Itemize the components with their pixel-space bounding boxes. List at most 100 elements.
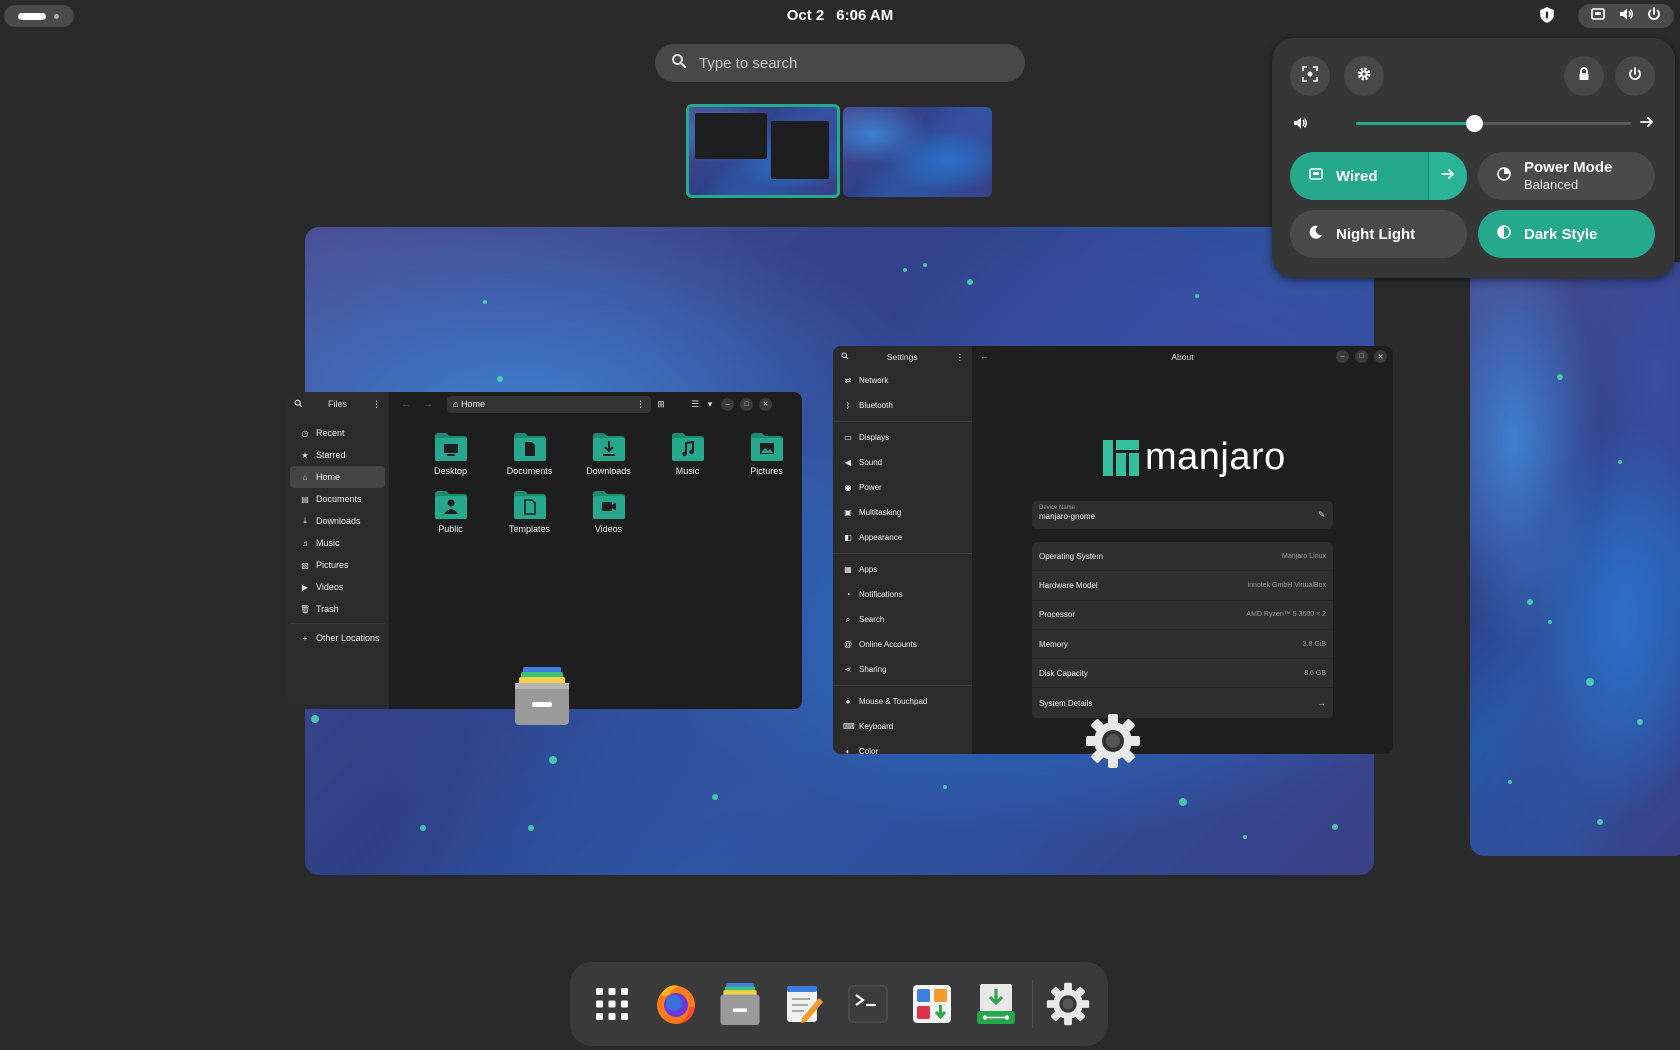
settings-item-search[interactable]: ⌕ Search — [833, 607, 972, 632]
software-icon[interactable] — [908, 980, 956, 1028]
firefox-icon[interactable] — [652, 980, 700, 1028]
settings-item-apps[interactable]: ▦ Apps — [833, 557, 972, 582]
files-window[interactable]: Files ⋮ ◷ Recent ★ Starred ⌂ Home ▤ Document… — [286, 392, 802, 709]
settings-title: Settings — [886, 352, 918, 362]
system-details-row[interactable]: System Details → — [1032, 688, 1333, 717]
settings-item-online-accounts[interactable]: @ Online Accounts — [833, 632, 972, 657]
about-panel: ← About – □ ✕ manjaro Device Name manjar… — [972, 346, 1393, 754]
folder-item[interactable]: Downloads — [569, 432, 648, 476]
desktop-folder-icon — [434, 432, 468, 462]
sidebar-item-recent[interactable]: ◷ Recent — [290, 422, 385, 444]
settings-item-bluetooth[interactable]: ᛒ Bluetooth — [833, 393, 972, 418]
clock[interactable]: Oct 2 6:06 AM — [0, 7, 1680, 24]
sidebar-item-other-locations[interactable]: + Other Locations — [290, 627, 385, 649]
power-off-button[interactable] — [1615, 56, 1655, 96]
folder-item[interactable]: Public — [411, 490, 490, 534]
device-name-value: manjaro-gnome — [1039, 512, 1096, 521]
lock-button[interactable] — [1564, 56, 1604, 96]
close-icon[interactable]: ✕ — [759, 397, 772, 411]
night-light-toggle[interactable]: Night Light — [1290, 210, 1467, 258]
minimize-icon[interactable]: – — [721, 397, 734, 411]
settings-item-sharing[interactable]: ⋖ Sharing — [833, 657, 972, 682]
sidebar-item-music[interactable]: ♫ Music — [290, 532, 385, 554]
settings-item-appearance[interactable]: ◧ Appearance — [833, 525, 972, 550]
info-row-processor: Processor AMD Ryzen™ 5 3600 × 2 — [1032, 601, 1333, 630]
app-grid-icon[interactable] — [588, 980, 636, 1028]
settings-icon[interactable] — [1044, 980, 1092, 1028]
view-list-icon[interactable]: ☰ — [685, 399, 705, 410]
clock-date[interactable]: Oct 2 — [787, 7, 825, 24]
sidebar-item-starred[interactable]: ★ Starred — [290, 444, 385, 466]
volume-slider-handle[interactable] — [1466, 115, 1484, 132]
workspace-thumbnail-2[interactable] — [843, 107, 992, 197]
maximize-icon[interactable]: □ — [740, 397, 753, 411]
settings-item-color[interactable]: ◐ Color — [833, 739, 972, 754]
settings-item-multitasking[interactable]: ▣ Multitasking — [833, 500, 972, 525]
folder-item[interactable]: Desktop — [411, 432, 490, 476]
power-mode-toggle[interactable]: Power Mode Balanced — [1478, 152, 1655, 200]
settings-item-notifications[interactable]: ◔ Notifications — [833, 582, 972, 607]
folder-item[interactable]: Videos — [569, 490, 648, 534]
forward-arrow-icon[interactable]: → — [417, 399, 439, 410]
settings-item-keyboard[interactable]: ⌨ Keyboard — [833, 714, 972, 739]
sidebar-item-home[interactable]: ⌂ Home — [290, 466, 385, 488]
chevron-down-icon[interactable]: ▾ — [705, 399, 715, 410]
settings-window[interactable]: Settings ⋮ ⇄ Network ᛒ Bluetooth ▭ Displays ◀ S… — [833, 346, 1393, 754]
path-bar[interactable]: ⌂ Home ⋮ — [447, 395, 651, 413]
folder-item[interactable]: Templates — [490, 490, 569, 534]
activities-button[interactable] — [4, 5, 74, 27]
settings-button[interactable] — [1344, 56, 1384, 96]
search-icon[interactable] — [294, 399, 303, 410]
volume-output-arrow-icon[interactable] — [1639, 114, 1655, 135]
search-icon[interactable] — [841, 352, 849, 362]
settings-item-label: Bluetooth — [859, 401, 893, 410]
clock-time[interactable]: 6:06 AM — [836, 7, 893, 24]
wired-menu-button[interactable] — [1428, 152, 1467, 200]
sharing-icon: ⋖ — [844, 665, 852, 674]
folder-item[interactable]: Music — [648, 432, 727, 476]
minimize-icon[interactable]: – — [1336, 350, 1349, 363]
star-icon: ★ — [301, 450, 309, 460]
sidebar-item-documents[interactable]: ▤ Documents — [290, 488, 385, 510]
dark-style-toggle[interactable]: Dark Style — [1478, 210, 1655, 258]
search-input[interactable] — [699, 54, 999, 72]
device-name-row[interactable]: Device Name manjaro-gnome ✎ — [1032, 501, 1333, 529]
menu-icon[interactable]: ⋮ — [372, 399, 381, 410]
system-tray[interactable] — [1578, 4, 1674, 28]
settings-item-label: Notifications — [859, 590, 903, 599]
privacy-shield-icon[interactable] — [1538, 6, 1558, 26]
path-menu-icon[interactable]: ⋮ — [636, 399, 645, 410]
screenshot-button[interactable] — [1290, 56, 1330, 96]
folder-name: Public — [438, 524, 463, 534]
settings-item-network[interactable]: ⇄ Network — [833, 368, 972, 393]
installer-icon[interactable] — [972, 980, 1020, 1028]
workspace-preview-next[interactable] — [1470, 262, 1680, 856]
wired-toggle[interactable]: Wired — [1290, 152, 1467, 200]
settings-item-mouse-touchpad[interactable]: ● Mouse & Touchpad — [833, 689, 972, 714]
workspace-thumbnail-1[interactable] — [686, 104, 840, 198]
sidebar-item-downloads[interactable]: ⤓ Downloads — [290, 510, 385, 532]
back-arrow-icon[interactable]: ← — [980, 351, 989, 361]
edit-pencil-icon[interactable]: ✎ — [1318, 510, 1325, 519]
new-folder-icon[interactable]: ⊞ — [651, 399, 671, 410]
close-icon[interactable]: ✕ — [1374, 350, 1387, 363]
settings-item-displays[interactable]: ▭ Displays — [833, 425, 972, 450]
settings-app-icon[interactable] — [1085, 713, 1141, 774]
sidebar-item-videos[interactable]: ▶ Videos — [290, 576, 385, 598]
files-app-icon[interactable] — [513, 667, 571, 730]
settings-item-power[interactable]: ◉ Power — [833, 475, 972, 500]
sidebar-item-pictures[interactable]: ▧ Pictures — [290, 554, 385, 576]
files-icon[interactable] — [716, 980, 764, 1028]
folder-item[interactable]: Documents — [490, 432, 569, 476]
maximize-icon[interactable]: □ — [1355, 350, 1368, 363]
info-key: Operating System — [1039, 551, 1104, 561]
settings-item-sound[interactable]: ◀ Sound — [833, 450, 972, 475]
volume-slider[interactable] — [1356, 115, 1631, 132]
menu-icon[interactable]: ⋮ — [956, 352, 965, 363]
sidebar-item-trash[interactable]: 🗑 Trash — [290, 598, 385, 620]
back-arrow-icon[interactable]: ← — [395, 399, 417, 410]
terminal-icon[interactable] — [844, 980, 892, 1028]
text-editor-icon[interactable] — [780, 980, 828, 1028]
folder-item[interactable]: Pictures — [727, 432, 802, 476]
search-entry[interactable] — [655, 44, 1025, 82]
